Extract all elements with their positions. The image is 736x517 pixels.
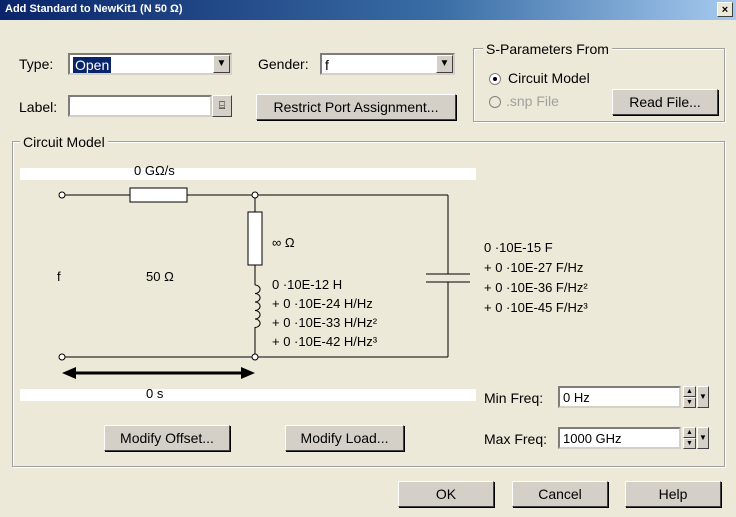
inductance-l2: + 0 ·10E-33 H/Hz² bbox=[272, 315, 378, 330]
help-button[interactable]: Help bbox=[625, 481, 721, 507]
delay-label: 0 s bbox=[146, 386, 164, 401]
min-freq-label: Min Freq: bbox=[484, 390, 544, 406]
chevron-down-icon[interactable]: ▼ bbox=[697, 386, 709, 408]
modify-offset-button[interactable]: Modify Offset... bbox=[104, 425, 230, 451]
max-freq-label: Max Freq: bbox=[484, 431, 548, 447]
max-freq-value: 1000 GHz bbox=[563, 431, 622, 446]
max-freq-input[interactable]: 1000 GHz bbox=[558, 427, 681, 449]
inductance-l1: + 0 ·10E-24 H/Hz bbox=[272, 296, 373, 311]
resistor-label: ∞ Ω bbox=[272, 235, 295, 250]
ok-button[interactable]: OK bbox=[398, 481, 494, 507]
offset-loss-label: 0 GΩ/s bbox=[134, 163, 175, 178]
impedance-label: 50 Ω bbox=[146, 269, 174, 284]
dialog-window: Add Standard to NewKit1 (N 50 Ω) × Type:… bbox=[0, 0, 736, 517]
inductance-l3: + 0 ·10E-42 H/Hz³ bbox=[272, 334, 378, 349]
capacitance-c0: 0 ·10E-15 F bbox=[484, 240, 553, 255]
capacitance-c1: + 0 ·10E-27 F/Hz bbox=[484, 260, 584, 275]
cancel-button[interactable]: Cancel bbox=[512, 481, 608, 507]
inductance-l0: 0 ·10E-12 H bbox=[272, 277, 343, 292]
spinner-icon[interactable]: ▲ ▼ bbox=[683, 427, 696, 449]
modify-load-button[interactable]: Modify Load... bbox=[285, 425, 404, 451]
chevron-down-icon[interactable]: ▼ bbox=[697, 427, 709, 449]
capacitance-c3: + 0 ·10E-45 F/Hz³ bbox=[484, 300, 588, 315]
spinner-icon[interactable]: ▲ ▼ bbox=[683, 386, 696, 408]
capacitance-c2: + 0 ·10E-36 F/Hz² bbox=[484, 280, 588, 295]
min-freq-input[interactable]: 0 Hz bbox=[558, 386, 681, 408]
min-freq-value: 0 Hz bbox=[563, 390, 590, 405]
port-label: f bbox=[57, 269, 61, 284]
